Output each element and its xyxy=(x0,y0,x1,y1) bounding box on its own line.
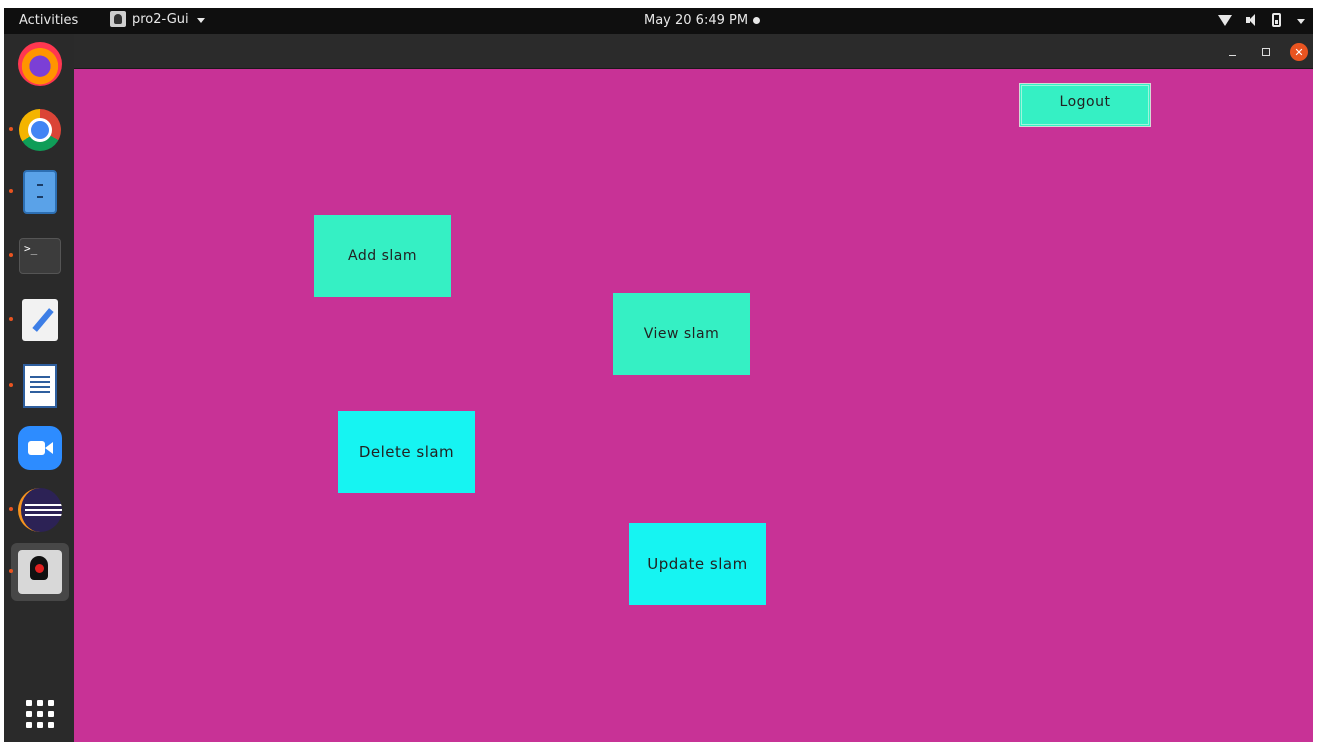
dock-item-zoom[interactable] xyxy=(18,426,62,470)
chevron-down-icon xyxy=(1297,18,1305,24)
text-editor-icon xyxy=(22,299,58,341)
app-window: ✕ Logout Add slam View slam Delete slam … xyxy=(74,34,1313,742)
dock-item-firefox[interactable] xyxy=(18,42,62,86)
close-button[interactable]: ✕ xyxy=(1290,43,1308,61)
dock-item-chrome[interactable] xyxy=(9,108,62,152)
clock-label: May 20 6:49 PM xyxy=(644,13,749,28)
terminal-icon: >_ xyxy=(19,238,61,274)
java-duke-icon xyxy=(18,550,62,594)
firefox-icon xyxy=(18,42,62,86)
show-applications-button[interactable] xyxy=(18,692,62,736)
minimize-button[interactable] xyxy=(1224,44,1240,60)
dock: >_ xyxy=(4,34,74,742)
volume-icon xyxy=(1246,14,1258,26)
wifi-icon xyxy=(1218,14,1232,26)
system-tray[interactable] xyxy=(1218,13,1305,27)
running-indicator xyxy=(9,189,13,193)
zoom-icon xyxy=(18,426,62,470)
top-bar: Activities pro2-Gui May 20 6:49 PM xyxy=(4,8,1313,34)
maximize-button[interactable] xyxy=(1258,44,1274,60)
view-slam-button[interactable]: View slam xyxy=(613,293,750,375)
running-indicator xyxy=(9,569,13,573)
running-indicator xyxy=(9,253,13,257)
desktop: Activities pro2-Gui May 20 6:49 PM >_ ✕ … xyxy=(4,8,1313,742)
delete-slam-button[interactable]: Delete slam xyxy=(338,411,475,493)
app-icon xyxy=(110,11,126,27)
window-titlebar[interactable]: ✕ xyxy=(74,34,1313,69)
running-indicator xyxy=(9,507,13,511)
chrome-icon xyxy=(19,109,61,151)
battery-icon xyxy=(1272,13,1281,27)
clock[interactable]: May 20 6:49 PM xyxy=(644,13,761,28)
app-content: Logout Add slam View slam Delete slam Up… xyxy=(74,69,1313,742)
activities-button[interactable]: Activities xyxy=(19,13,78,28)
dock-item-eclipse[interactable] xyxy=(9,488,62,532)
eclipse-icon xyxy=(18,488,62,532)
dock-item-java-app[interactable] xyxy=(9,550,62,594)
dock-item-files[interactable] xyxy=(9,170,62,214)
show-apps-icon xyxy=(25,699,55,729)
app-menu[interactable]: pro2-Gui xyxy=(110,11,205,27)
running-indicator xyxy=(9,317,13,321)
add-slam-button[interactable]: Add slam xyxy=(314,215,451,297)
notification-dot-icon xyxy=(753,17,761,24)
update-slam-button[interactable]: Update slam xyxy=(629,523,766,605)
libreoffice-writer-icon xyxy=(23,364,57,408)
running-indicator xyxy=(9,383,13,387)
running-indicator xyxy=(9,127,13,131)
logout-button[interactable]: Logout xyxy=(1019,83,1151,127)
app-menu-label: pro2-Gui xyxy=(132,11,189,27)
files-icon xyxy=(23,170,57,214)
dock-item-writer[interactable] xyxy=(9,364,62,408)
dock-item-text-editor[interactable] xyxy=(9,298,62,342)
dock-item-terminal[interactable]: >_ xyxy=(9,234,62,278)
chevron-down-icon xyxy=(196,17,205,23)
